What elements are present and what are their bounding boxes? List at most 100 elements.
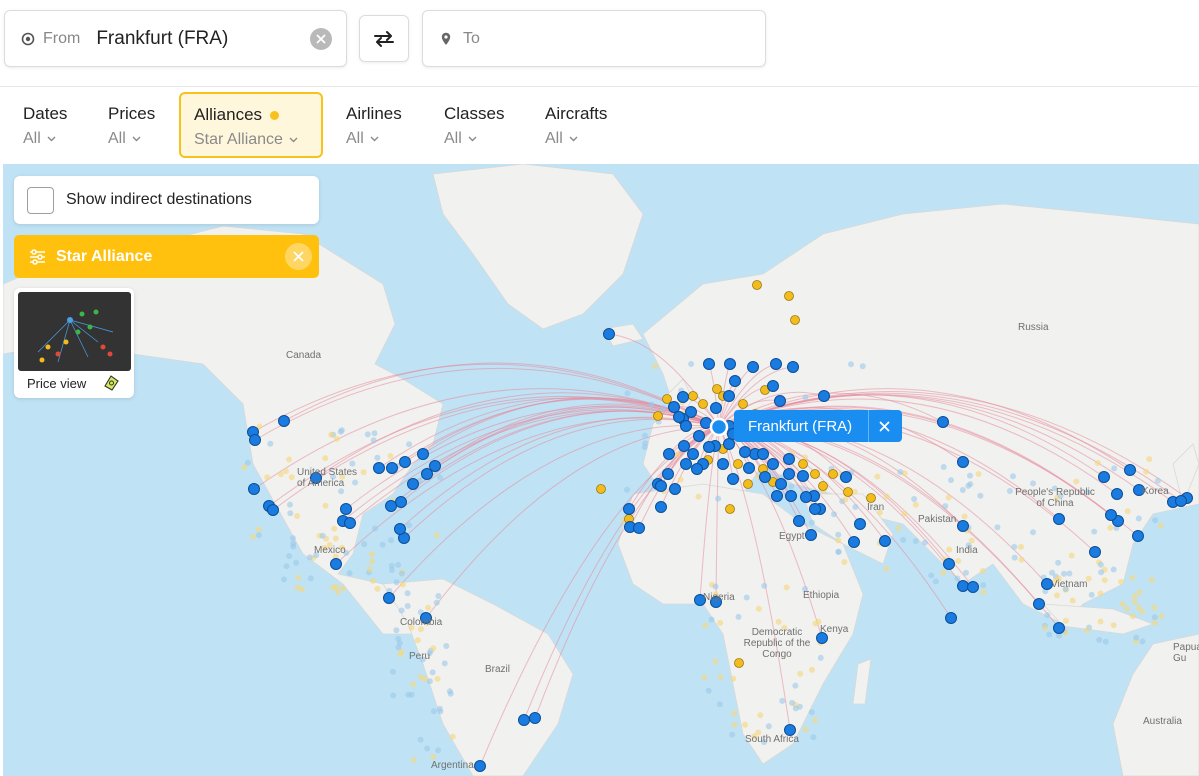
from-field[interactable]: From Frankfurt (FRA) [4,10,347,67]
destination-dot[interactable] [767,458,779,470]
destination-dot[interactable] [680,420,692,432]
partner-airport-dot[interactable] [843,487,853,497]
destination-dot[interactable] [417,448,429,460]
destination-dot[interactable] [717,458,729,470]
partner-airport-dot[interactable] [688,391,698,401]
partner-airport-dot[interactable] [712,384,722,394]
destination-dot[interactable] [344,517,356,529]
partner-airport-dot[interactable] [738,399,748,409]
partner-airport-dot[interactable] [810,469,820,479]
partner-airport-dot[interactable] [596,484,606,494]
indirect-checkbox[interactable] [27,186,54,214]
destination-dot[interactable] [739,446,751,458]
filter-classes[interactable]: Classes All [444,92,504,158]
destination-dot[interactable] [747,361,759,373]
destination-dot[interactable] [373,462,385,474]
destination-dot[interactable] [767,380,779,392]
destination-dot[interactable] [775,478,787,490]
filter-dates[interactable]: Dates All [23,92,67,158]
destination-dot[interactable] [787,361,799,373]
destination-dot[interactable] [957,580,969,592]
destination-dot[interactable] [633,522,645,534]
filter-aircrafts[interactable]: Aircrafts All [545,92,607,158]
partner-airport-dot[interactable] [818,481,828,491]
destination-dot[interactable] [278,415,290,427]
destination-dot[interactable] [394,523,406,535]
destination-dot[interactable] [663,448,675,460]
partner-airport-dot[interactable] [698,399,708,409]
destination-dot[interactable] [797,470,809,482]
destination-dot[interactable] [399,456,411,468]
destination-dot[interactable] [703,441,715,453]
destination-dot[interactable] [623,503,635,515]
destination-dot[interactable] [678,440,690,452]
partner-airport-dot[interactable] [752,280,762,290]
destination-dot[interactable] [957,520,969,532]
origin-tag[interactable]: Frankfurt (FRA) [734,410,902,442]
destination-dot[interactable] [407,478,419,490]
destination-dot[interactable] [1105,509,1117,521]
destination-dot[interactable] [1053,513,1065,525]
destination-dot[interactable] [1132,530,1144,542]
filter-alliances[interactable]: Alliances Star Alliance [179,92,323,158]
destination-dot[interactable] [655,501,667,513]
destination-dot[interactable] [603,328,615,340]
destination-dot[interactable] [945,612,957,624]
destination-dot[interactable] [518,714,530,726]
destination-dot[interactable] [529,712,541,724]
destination-dot[interactable] [267,504,279,516]
destination-dot[interactable] [1111,488,1123,500]
destination-dot[interactable] [727,473,739,485]
filter-airlines[interactable]: Airlines All [346,92,402,158]
destination-dot[interactable] [743,462,755,474]
partner-airport-dot[interactable] [733,459,743,469]
partner-airport-dot[interactable] [790,315,800,325]
swap-button[interactable] [359,15,409,62]
show-indirect-toggle[interactable]: Show indirect destinations [14,176,319,224]
destination-dot[interactable] [809,503,821,515]
destination-dot[interactable] [474,760,486,772]
to-field[interactable]: To [422,10,766,67]
destination-dot[interactable] [662,468,674,480]
destination-dot[interactable] [249,434,261,446]
destination-dot[interactable] [957,456,969,468]
destination-dot[interactable] [770,358,782,370]
destination-dot[interactable] [677,391,689,403]
destination-dot[interactable] [1053,622,1065,634]
alliance-filter-chip[interactable]: Star Alliance [14,235,319,278]
destination-dot[interactable] [723,390,735,402]
destination-dot[interactable] [805,529,817,541]
partner-airport-dot[interactable] [725,504,735,514]
filter-prices[interactable]: Prices All [108,92,155,158]
destination-dot[interactable] [668,401,680,413]
remove-alliance-button[interactable] [285,243,312,270]
partner-airport-dot[interactable] [828,469,838,479]
destination-dot[interactable] [1089,546,1101,558]
destination-dot[interactable] [669,483,681,495]
destination-dot[interactable] [673,411,685,423]
destination-dot[interactable] [854,518,866,530]
destination-dot[interactable] [943,558,955,570]
destination-dot[interactable] [385,500,397,512]
destination-dot[interactable] [729,375,741,387]
destination-dot[interactable] [967,581,979,593]
destination-dot[interactable] [759,471,771,483]
destination-dot[interactable] [655,480,667,492]
partner-airport-dot[interactable] [798,459,808,469]
destination-dot[interactable] [680,458,692,470]
destination-dot[interactable] [818,390,830,402]
destination-dot[interactable] [783,453,795,465]
destination-dot[interactable] [386,462,398,474]
destination-dot[interactable] [793,515,805,527]
destination-dot[interactable] [848,536,860,548]
partner-airport-dot[interactable] [662,394,672,404]
partner-airport-dot[interactable] [743,479,753,489]
destination-dot[interactable] [248,483,260,495]
partner-airport-dot[interactable] [784,291,794,301]
destination-dot[interactable] [710,402,722,414]
destination-dot[interactable] [1098,471,1110,483]
destination-dot[interactable] [723,438,735,450]
destination-dot[interactable] [879,535,891,547]
from-value[interactable]: Frankfurt (FRA) [96,28,228,50]
destination-dot[interactable] [429,460,441,472]
